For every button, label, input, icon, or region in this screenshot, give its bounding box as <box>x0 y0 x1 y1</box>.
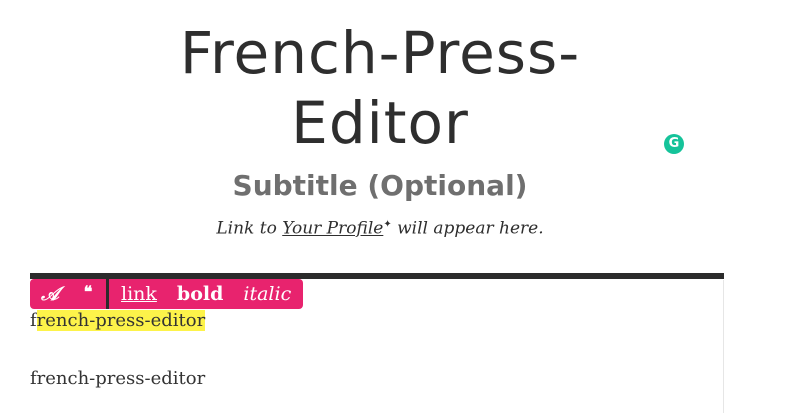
editor-right-border <box>723 280 724 413</box>
format-toolbar: 𝒜 ❝ link bold italic <box>30 279 304 309</box>
editor-paragraph[interactable]: french-press-editor <box>30 367 205 391</box>
text-style-icon[interactable]: 𝒜 <box>30 279 70 309</box>
profile-link[interactable]: Your Profile <box>282 219 383 239</box>
page-title[interactable]: French-Press-Editor <box>130 18 630 158</box>
page-subtitle[interactable]: Subtitle (Optional) <box>130 166 630 206</box>
editor-paragraph[interactable]: french-press-editor <box>30 309 206 333</box>
link-button[interactable]: link <box>109 279 167 309</box>
selected-text[interactable]: rench-press-editor <box>36 310 206 331</box>
paragraph-text: f <box>30 310 37 331</box>
profile-prefix: Link to <box>216 218 283 239</box>
sparkle-icon: ✦ <box>383 219 392 230</box>
italic-button[interactable]: italic <box>233 279 303 309</box>
profile-suffix: will appear here. <box>391 218 544 239</box>
bold-button[interactable]: bold <box>167 279 233 309</box>
grammarly-icon[interactable]: G <box>664 134 684 154</box>
quote-icon[interactable]: ❝ <box>70 279 106 309</box>
profile-line: Link to Your Profile✦ will appear here. <box>130 213 630 241</box>
